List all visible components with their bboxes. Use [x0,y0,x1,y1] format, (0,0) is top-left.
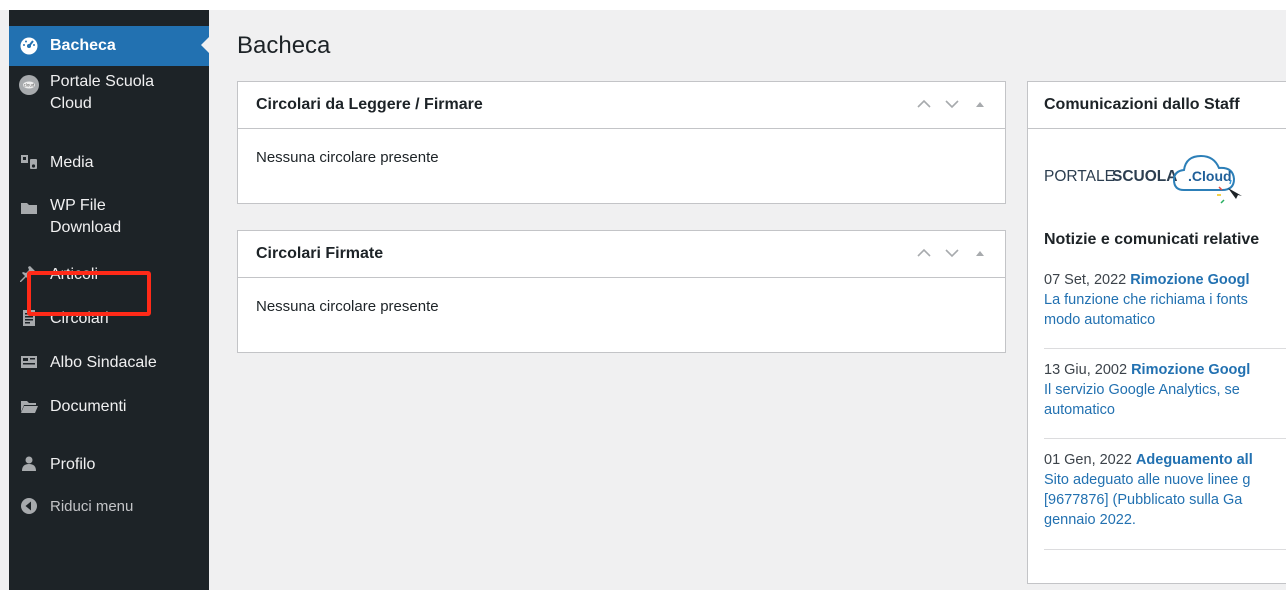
news-separator [1044,549,1286,550]
widget-header: Circolari Firmate [238,231,1005,278]
logo-text-bold: SCUOLA [1112,168,1177,185]
move-down-button[interactable] [943,244,961,262]
toggle-panel-button[interactable] [971,244,989,262]
portalescuola-logo: PORTALE SCUOLA .Cloud [1044,142,1284,212]
news-desc-line: automatico [1044,402,1115,418]
circolari-highlight-box [27,271,151,316]
news-desc-line: [9677876] (Pubblicato sulla Ga [1044,492,1243,508]
logo-cloud-text: .Cloud [1188,168,1232,184]
news-date: 01 Gen, 2022 [1044,452,1132,468]
news-item: 01 Gen, 2022 Adeguamento all Sito adegua… [1044,450,1286,530]
move-up-button[interactable] [915,95,933,113]
news-link[interactable]: Adeguamento all [1136,452,1253,468]
page-title: Bacheca [237,32,331,59]
sidebar-item-label: Documenti [50,398,127,415]
news-link[interactable]: Rimozione Googl [1130,272,1249,288]
news-separator [1044,348,1286,349]
news-separator [1044,438,1286,439]
widget-empty-text: Nessuna circolare presente [256,149,439,166]
label-line-1: Portale Scuola [50,73,155,90]
active-indicator-arrow [201,36,210,54]
label-line-1: WP File [50,197,106,214]
news-desc-line: modo automatico [1044,312,1156,328]
sidebar-item-wp-file-download[interactable]: WP File Download [9,194,209,246]
collapse-icon [18,495,40,517]
sidebar-item-label: Bacheca [50,37,116,54]
sidebar-item-label: Media [50,154,94,171]
widget-header: Comunicazioni dallo Staff [1028,82,1286,129]
user-icon [18,453,40,475]
chevron-down-icon [945,100,959,109]
label-line-2: Download [50,219,122,236]
site-logo-icon: cloud [18,74,40,96]
id-card-icon [18,351,40,373]
svg-text:cloud: cloud [24,83,35,88]
news-desc-line: Sito adeguato alle nuove linee g [1044,472,1251,488]
sidebar-item-label: Portale Scuola Cloud [50,71,154,115]
caret-up-icon [976,102,984,107]
media-icon [18,151,40,173]
news-desc-line: Il servizio Google Analytics, se [1044,382,1240,398]
widget-content-clip: Comunicazioni dallo Staff PORTALE SCUOLA… [1028,82,1286,585]
news-date: 13 Giu, 2002 [1044,362,1128,378]
sidebar-item-portale-scuola-cloud[interactable]: cloud Portale Scuola Cloud [9,71,209,123]
sidebar-item-profilo[interactable]: Profilo [9,452,209,478]
folder-open-icon [18,395,40,417]
sidebar-item-label: Albo Sindacale [50,354,157,371]
widget-circolari-da-leggere: Circolari da Leggere / Firmare Nessuna c… [237,81,1006,204]
widget-circolari-firmate: Circolari Firmate Nessuna circolare pres… [237,230,1006,353]
news-date: 07 Set, 2022 [1044,272,1127,288]
sidebar-item-label: Profilo [50,456,96,473]
label-line-2: Cloud [50,95,92,112]
widget-title: Circolari Firmate [256,245,384,262]
widget-controls [915,95,989,113]
widget-header: Circolari da Leggere / Firmare [238,82,1005,129]
toggle-panel-button[interactable] [971,95,989,113]
dashboard-icon [18,35,40,57]
widget-empty-text: Nessuna circolare presente [256,298,439,315]
sidebar-item-label: WP File Download [50,195,121,239]
news-heading: Notizie e comunicati relative [1044,231,1260,248]
sidebar-item-media[interactable]: Media [9,150,209,176]
chevron-down-icon [945,249,959,258]
widget-title: Circolari da Leggere / Firmare [256,96,483,113]
sidebar-item-albo-sindacale[interactable]: Albo Sindacale [9,350,209,376]
collapse-menu-button[interactable]: Riduci menu [9,494,209,520]
sidebar-item-documenti[interactable]: Documenti [9,394,209,420]
folder-icon [18,197,40,219]
news-link[interactable]: Rimozione Googl [1131,362,1250,378]
move-up-button[interactable] [915,244,933,262]
news-desc-line: gennaio 2022. [1044,512,1136,528]
logo-text-light: PORTALE [1044,168,1115,185]
chevron-up-icon [917,99,931,108]
chevron-up-icon [917,248,931,257]
news-desc-line: La funzione che richiama i fonts [1044,292,1248,308]
move-down-button[interactable] [943,95,961,113]
portalescuola-logo-graphic: PORTALE SCUOLA .Cloud [1044,154,1242,204]
sidebar-item-label: Riduci menu [50,498,134,515]
top-band [0,0,1286,10]
widget-title: Comunicazioni dallo Staff [1044,96,1240,113]
sidebar-item-bacheca[interactable]: Bacheca [9,26,210,66]
widget-controls [915,244,989,262]
news-item: 07 Set, 2022 Rimozione Googl La funzione… [1044,270,1286,330]
widget-comunicazioni-staff: Comunicazioni dallo Staff PORTALE SCUOLA… [1027,81,1286,584]
news-item: 13 Giu, 2002 Rimozione Googl Il servizio… [1044,360,1286,420]
caret-up-icon [976,251,984,256]
